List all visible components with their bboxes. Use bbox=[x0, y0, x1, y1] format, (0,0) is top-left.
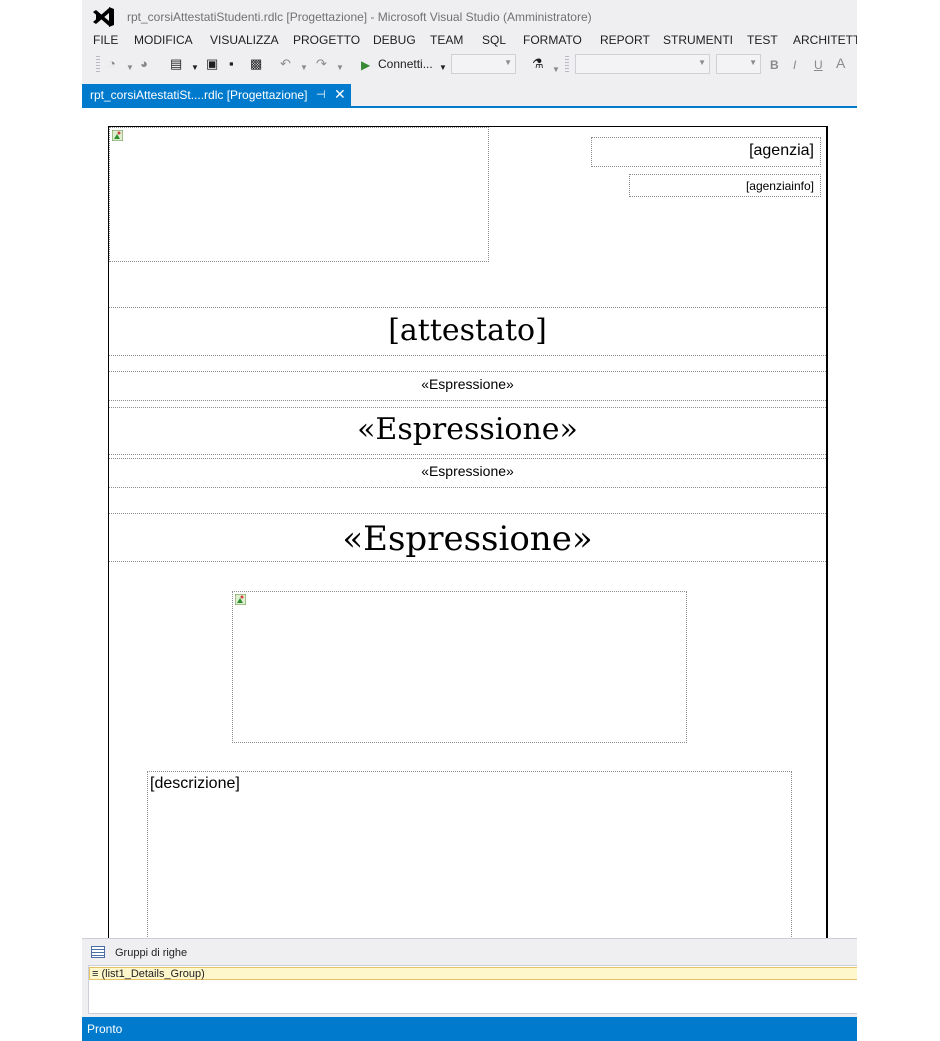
chevron-down-icon: ▼ bbox=[698, 58, 706, 67]
toolbar-grip-2[interactable] bbox=[565, 56, 569, 74]
underline-button[interactable]: U bbox=[814, 57, 823, 73]
agenziainfo-textbox[interactable]: [agenziainfo] bbox=[629, 174, 821, 197]
descrizione-textbox[interactable]: [descrizione] bbox=[147, 771, 792, 938]
band-divider bbox=[109, 487, 826, 488]
tab-label: rpt_corsiAttestatiSt....rdlc [Progettazi… bbox=[90, 88, 308, 102]
image-icon bbox=[112, 130, 123, 141]
band-divider bbox=[109, 307, 826, 308]
start-debug-dropdown-icon[interactable]: ▼ bbox=[439, 60, 447, 76]
descrizione-field: [descrizione] bbox=[150, 775, 240, 792]
image-icon bbox=[235, 594, 246, 605]
agenziainfo-field: [agenziainfo] bbox=[745, 179, 814, 193]
redo-icon[interactable]: ↷ bbox=[316, 56, 327, 72]
band-divider bbox=[109, 355, 826, 356]
expression-field-1[interactable]: «Espressione» bbox=[109, 376, 826, 392]
italic-button[interactable]: I bbox=[793, 57, 796, 73]
title-bar: rpt_corsiAttestatiStudenti.rdlc [Progett… bbox=[82, 0, 857, 32]
back-icon[interactable]: ◔ bbox=[108, 56, 116, 72]
bold-button[interactable]: B bbox=[770, 57, 779, 73]
report-design-surface: [agenzia] [agenziainfo] [attestato] «Esp… bbox=[82, 108, 857, 938]
menu-test[interactable]: TEST bbox=[747, 33, 778, 47]
band-divider bbox=[109, 513, 826, 514]
row-groups-panel: Gruppi di righe ≡ (list1_Details_Group) bbox=[82, 938, 857, 1018]
solution-config-combo[interactable]: ▼ bbox=[451, 54, 516, 74]
report-body: [agenzia] [agenziainfo] [attestato] «Esp… bbox=[108, 126, 828, 938]
band-divider bbox=[109, 454, 826, 455]
expression-field-2[interactable]: «Espressione» bbox=[109, 412, 826, 447]
menu-modifica[interactable]: MODIFICA bbox=[134, 33, 193, 47]
pin-icon[interactable]: ⊣ bbox=[316, 88, 326, 101]
menu-debug[interactable]: DEBUG bbox=[373, 33, 416, 47]
report-data-dropdown-icon[interactable]: ▼ bbox=[552, 62, 560, 78]
document-tab-strip: rpt_corsiAttestatiSt....rdlc [Progettazi… bbox=[82, 84, 857, 108]
menu-progetto[interactable]: PROGETTO bbox=[293, 33, 360, 47]
agenzia-field: [agenzia] bbox=[749, 142, 814, 159]
center-image-box[interactable] bbox=[232, 591, 687, 743]
new-item-icon[interactable]: ▤ bbox=[170, 56, 182, 72]
visual-studio-logo-icon bbox=[93, 7, 114, 27]
menu-visualizza[interactable]: VISUALIZZA bbox=[210, 33, 279, 47]
undo-icon[interactable]: ↶ bbox=[280, 56, 291, 72]
row-groups-icon bbox=[91, 946, 105, 958]
attestato-field[interactable]: [attestato] bbox=[109, 313, 826, 348]
close-icon[interactable]: ✕ bbox=[334, 86, 346, 103]
menu-formato[interactable]: FORMATO bbox=[523, 33, 582, 47]
window-title: rpt_corsiAttestatiStudenti.rdlc [Progett… bbox=[127, 10, 592, 24]
font-color-button[interactable]: A bbox=[836, 55, 845, 71]
band-divider bbox=[109, 371, 826, 372]
toolbar-grip[interactable] bbox=[96, 56, 100, 74]
new-item-dropdown-icon[interactable]: ▼ bbox=[191, 60, 199, 76]
tab-report-design[interactable]: rpt_corsiAttestatiSt....rdlc [Progettazi… bbox=[82, 84, 351, 106]
logo-image-box[interactable] bbox=[109, 127, 489, 262]
start-debug-button[interactable]: Connetti... bbox=[378, 57, 433, 71]
row-groups-header: Gruppi di righe bbox=[115, 947, 188, 959]
band-divider bbox=[109, 407, 826, 408]
band-divider bbox=[109, 400, 826, 401]
row-groups-list: ≡ (list1_Details_Group) bbox=[88, 965, 857, 1014]
chevron-down-icon: ▼ bbox=[504, 58, 512, 67]
menu-architettura[interactable]: ARCHITETTU bbox=[793, 33, 857, 47]
menu-report[interactable]: REPORT bbox=[600, 33, 650, 47]
band-divider bbox=[109, 458, 826, 459]
save-icon[interactable]: ▪ bbox=[229, 56, 234, 72]
expression-field-3[interactable]: «Espressione» bbox=[109, 463, 826, 479]
group-item-list1-details[interactable]: ≡ (list1_Details_Group) bbox=[89, 967, 857, 980]
menu-sql[interactable]: SQL bbox=[482, 33, 506, 47]
status-bar: Pronto bbox=[82, 1017, 857, 1041]
toolbar: ◔ ▼ ◕ ▤ ▼ ▣ ▪ ▩ ↶ ▼ ↷ ▼ ▶ Connetti... ▼ … bbox=[82, 52, 857, 78]
menu-strumenti[interactable]: STRUMENTI bbox=[663, 33, 733, 47]
save-all-icon[interactable]: ▩ bbox=[250, 56, 262, 72]
agenzia-textbox[interactable]: [agenzia] bbox=[591, 137, 821, 167]
start-debug-icon[interactable]: ▶ bbox=[361, 57, 370, 73]
band-divider bbox=[109, 561, 826, 562]
report-data-icon[interactable]: ⚗ bbox=[532, 56, 544, 72]
redo-dropdown-icon[interactable]: ▼ bbox=[336, 60, 344, 76]
menu-file[interactable]: FILE bbox=[93, 33, 118, 47]
open-file-icon[interactable]: ▣ bbox=[206, 56, 218, 72]
font-name-combo[interactable]: ▼ bbox=[575, 54, 710, 74]
expression-field-4[interactable]: «Espressione» bbox=[109, 519, 826, 559]
menu-bar: FILE MODIFICA VISUALIZZA PROGETTO DEBUG … bbox=[82, 32, 857, 52]
undo-dropdown-icon[interactable]: ▼ bbox=[300, 60, 308, 76]
visual-studio-window: rpt_corsiAttestatiStudenti.rdlc [Progett… bbox=[82, 0, 857, 1041]
menu-team[interactable]: TEAM bbox=[430, 33, 463, 47]
font-size-combo[interactable]: ▼ bbox=[716, 54, 761, 74]
forward-icon[interactable]: ◕ bbox=[140, 56, 148, 72]
back-dropdown-icon[interactable]: ▼ bbox=[126, 60, 134, 76]
chevron-down-icon: ▼ bbox=[749, 58, 757, 67]
status-text: Pronto bbox=[87, 1022, 123, 1036]
